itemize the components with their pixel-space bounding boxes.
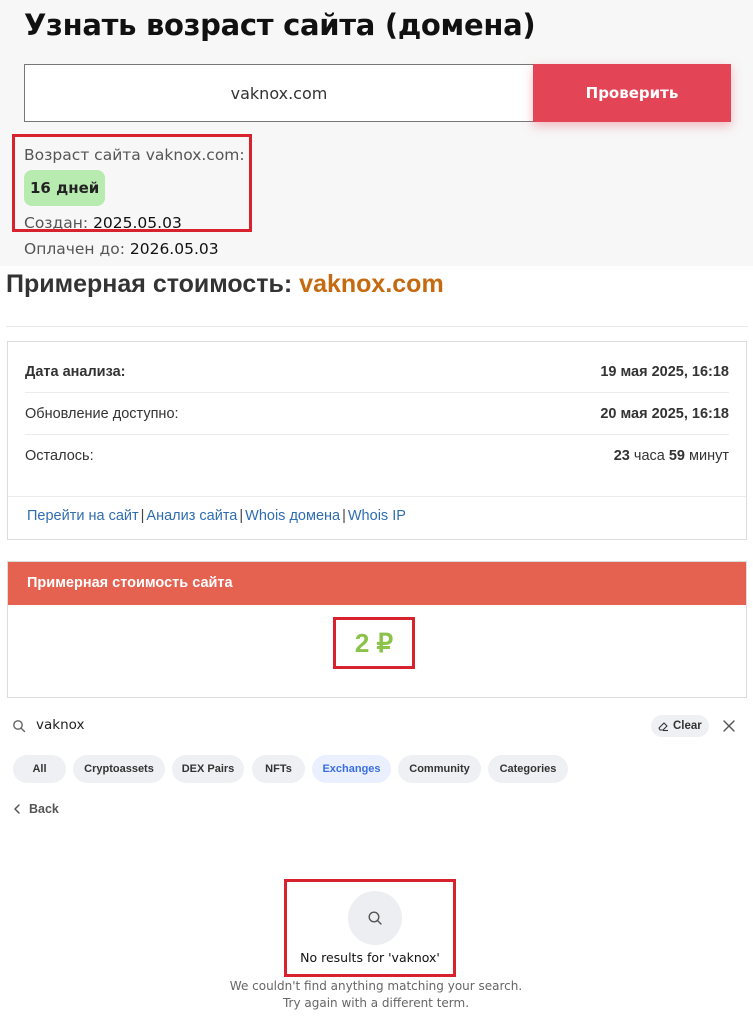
highlight-box-age: [12, 134, 252, 232]
divider: [6, 326, 748, 327]
remaining-minutes: 59: [668, 448, 685, 464]
analysis-date-row: Дата анализа: 19 мая 2025, 16:18: [25, 351, 729, 393]
site-value-header: Примерная стоимость сайта: [8, 562, 746, 605]
empty-state-line-1: We couldn't find anything matching your …: [229, 979, 523, 993]
cost-title-prefix: Примерная стоимость:: [6, 270, 293, 298]
remaining-minutes-unit: минут: [689, 448, 729, 464]
tab-dex-pairs[interactable]: DEX Pairs: [172, 755, 244, 783]
cost-title-domain: vaknox.com: [299, 270, 444, 298]
tab-exchanges[interactable]: Exchanges: [312, 755, 391, 783]
eraser-icon: [658, 722, 668, 732]
site-value-amount: 2 ₽: [333, 617, 415, 669]
update-label: Обновление доступно:: [25, 406, 179, 422]
paid-until-line: Оплачен до: 2026.05.03: [24, 236, 245, 262]
clear-label: Clear: [673, 720, 702, 732]
chevron-left-icon: [14, 804, 20, 814]
analysis-date-label: Дата анализа:: [25, 364, 126, 380]
card-divider: [8, 496, 746, 497]
close-icon: [723, 720, 735, 732]
page-title: Узнать возраст сайта (домена): [24, 8, 536, 42]
cost-title: Примерная стоимость: vaknox.com: [6, 270, 444, 299]
close-button[interactable]: [720, 717, 738, 735]
remaining-hours: 23: [613, 448, 630, 464]
remaining-label: Осталось:: [25, 448, 94, 464]
check-button[interactable]: Проверить: [533, 64, 731, 122]
paid-until-value: 2026.05.03: [129, 240, 219, 258]
analysis-date-value: 19 мая 2025, 16:18: [600, 364, 729, 380]
tab-categories[interactable]: Categories: [488, 755, 568, 783]
tab-nfts[interactable]: NFTs: [252, 755, 305, 783]
link-whois-domain[interactable]: Whois домена: [245, 508, 340, 524]
site-links: Перейти на сайт | Анализ сайта | Whois домен…: [27, 508, 406, 524]
remaining-row: Осталось: 23 часа 59 минут: [25, 435, 729, 477]
link-go-to-site[interactable]: Перейти на сайт: [27, 508, 139, 524]
clear-button[interactable]: Clear: [651, 715, 709, 737]
domain-input[interactable]: [24, 64, 534, 122]
remaining-hours-unit: часа: [633, 448, 665, 464]
back-label: Back: [29, 802, 59, 816]
search-bar: Clear: [0, 708, 753, 744]
tab-cryptoassets[interactable]: Cryptoassets: [73, 755, 165, 783]
analysis-info-card: Дата анализа: 19 мая 2025, 16:18 Обновле…: [7, 341, 747, 540]
empty-state-line-2: Try again with a different term.: [282, 996, 470, 1010]
update-value: 20 мая 2025, 16:18: [600, 406, 729, 422]
search-icon: [13, 720, 26, 733]
back-button[interactable]: Back: [13, 799, 59, 819]
paid-until-label: Оплачен до:: [24, 240, 125, 258]
remaining-value: 23 часа 59 минут: [614, 435, 729, 477]
search-input[interactable]: [36, 717, 336, 733]
tab-community[interactable]: Community: [398, 755, 481, 783]
empty-state-message: We couldn't find anything matching your …: [176, 978, 576, 1012]
domain-age-section: Узнать возраст сайта (домена) Проверить …: [0, 0, 753, 266]
highlight-box-empty: [284, 879, 456, 977]
link-site-analysis[interactable]: Анализ сайта: [146, 508, 237, 524]
tab-all[interactable]: All: [13, 755, 66, 783]
update-available-row: Обновление доступно: 20 мая 2025, 16:18: [25, 393, 729, 435]
link-whois-ip[interactable]: Whois IP: [348, 508, 406, 524]
